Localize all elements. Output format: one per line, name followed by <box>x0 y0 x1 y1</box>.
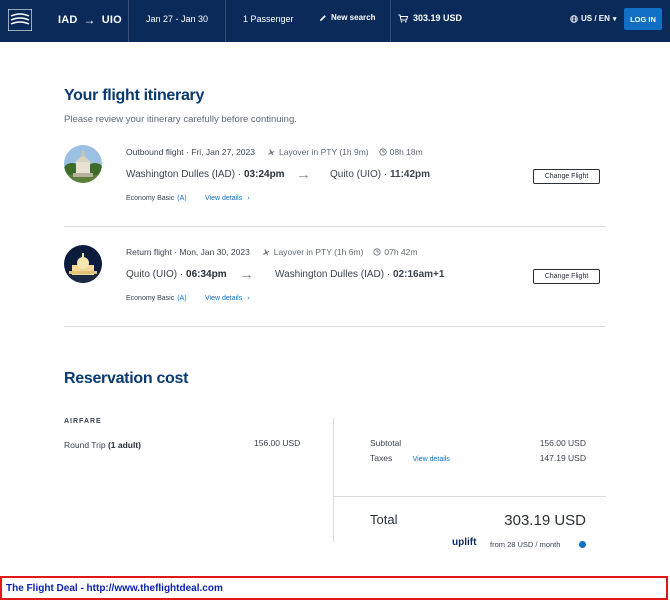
change-flight-button[interactable]: Change Flight <box>533 169 600 184</box>
taxes-view-details-link[interactable]: View details <box>413 456 450 463</box>
fare-code[interactable]: (A) <box>177 195 186 202</box>
header-divider <box>225 0 226 42</box>
pencil-icon <box>320 14 326 21</box>
taxes-row: Taxes View details 147.19 USD <box>370 453 586 463</box>
total-label: Total <box>370 512 398 527</box>
arrow-right-icon: → <box>296 166 311 183</box>
chevron-right-icon: › <box>247 295 250 302</box>
page-title: Your flight itinerary <box>64 87 205 104</box>
new-search-button[interactable]: New search <box>319 13 375 22</box>
language-selector[interactable]: US / EN ▾ <box>570 14 616 23</box>
login-button[interactable]: LOG IN <box>624 8 662 30</box>
departure-info: Washington Dulles (IAD) · 03:24pm <box>126 169 285 180</box>
subtotal-amount: 156.00 USD <box>539 438 586 448</box>
arrival-info: Quito (UIO) · 11:42pm <box>330 169 430 180</box>
duration-info: 08h 18m <box>379 147 423 157</box>
view-details-link[interactable]: View details › <box>205 195 250 202</box>
adult-count: (1 adult) <box>107 440 142 450</box>
clock-icon <box>379 148 387 156</box>
arrival-airport: Quito (UIO) · <box>330 169 391 180</box>
arrival-airport: Washington Dulles (IAD) · <box>275 269 393 280</box>
arrival-time: 11:42pm <box>390 169 431 180</box>
globe-icon <box>570 14 578 23</box>
passenger-count[interactable]: 1 Passenger <box>243 14 294 24</box>
return-flight-label: Return flight · Mon, Jan 30, 2023 <box>126 247 250 257</box>
header-divider <box>128 0 129 42</box>
destination-photo-washington <box>64 245 102 283</box>
plane-icon <box>268 149 275 156</box>
arrow-right-icon: → <box>239 266 254 283</box>
fare-class-name: Economy Basic <box>126 195 175 202</box>
language-label: US / EN <box>581 14 610 23</box>
departure-info: Quito (UIO) · 06:34pm <box>126 269 227 280</box>
banner-text[interactable]: The Flight Deal - http://www.theflightde… <box>6 583 223 594</box>
layover-info: Layover in PTY (1h 9m) <box>267 147 369 157</box>
plane-icon <box>262 249 270 256</box>
taxes-amount: 147.19 USD <box>539 453 586 463</box>
clock-icon <box>373 248 382 256</box>
departure-airport: Quito (UIO) · <box>126 269 187 280</box>
departure-time: 06:34pm <box>186 269 227 280</box>
cart-summary[interactable]: 303.19 USD <box>398 13 462 23</box>
taxes-label: Taxes <box>370 453 393 463</box>
outbound-flight-meta: Outbound flight · Fri, Jan 27, 2023 Layo… <box>126 147 423 157</box>
fare-class: Economy Basic (A) <box>126 195 187 202</box>
cart-icon <box>398 14 408 23</box>
divider <box>64 326 606 327</box>
cart-total: 303.19 USD <box>413 13 463 23</box>
arrival-time: 02:16am+1 <box>393 269 445 280</box>
uplift-logo[interactable]: uplift <box>452 537 476 548</box>
outbound-flight-label: Outbound flight · Fri, Jan 27, 2023 <box>126 147 255 157</box>
return-flight-meta: Return flight · Mon, Jan 30, 2023 Layove… <box>126 247 418 257</box>
airfare-amount: 156.00 USD <box>254 438 301 448</box>
divider <box>334 496 606 497</box>
change-flight-button[interactable]: Change Flight <box>533 269 600 284</box>
airfare-heading: AIRFARE <box>64 418 102 425</box>
fare-code[interactable]: (A) <box>177 295 186 302</box>
chevron-down-icon: ▾ <box>612 15 617 23</box>
departure-airport: Washington Dulles (IAD) · <box>126 169 244 180</box>
fare-class-name: Economy Basic <box>126 295 175 302</box>
destination-code: UIO <box>101 14 122 26</box>
trip-type-label: Round Trip <box>64 440 108 450</box>
chevron-right-icon: › <box>247 195 250 202</box>
arrival-info: Washington Dulles (IAD) · 02:16am+1 <box>275 269 444 280</box>
flight-deal-banner: The Flight Deal - http://www.theflightde… <box>0 576 668 600</box>
fare-class: Economy Basic (A) <box>126 295 187 302</box>
departure-time: 03:24pm <box>244 169 285 180</box>
route-arrow-icon: → <box>83 13 96 27</box>
trip-type: Round Trip (1 adult) <box>64 440 141 450</box>
airline-logo-icon[interactable] <box>8 9 32 31</box>
subtotal-label: Subtotal <box>370 438 402 448</box>
reservation-cost-title: Reservation cost <box>64 370 189 387</box>
uplift-monthly-text: from 28 USD / month <box>490 540 561 549</box>
layover-info: Layover in PTY (1h 6m) <box>262 247 364 257</box>
layover-text: Layover in PTY (1h 6m) <box>273 247 364 257</box>
total-amount: 303.19 USD <box>504 512 586 529</box>
view-details-label: View details <box>205 195 243 202</box>
view-details-link[interactable]: View details › <box>205 295 250 302</box>
duration-text: 07h 42m <box>384 247 418 257</box>
outbound-flight-card: Outbound flight · Fri, Jan 27, 2023 Layo… <box>64 140 606 226</box>
header-divider <box>390 0 391 42</box>
top-nav-bar: IAD → UIO Jan 27 - Jan 30 1 Passenger Ne… <box>0 0 670 42</box>
new-search-label: New search <box>331 13 376 22</box>
origin-code: IAD <box>58 14 78 26</box>
page-subtitle: Please review your itinerary carefully b… <box>64 114 297 125</box>
view-details-label: View details <box>205 295 243 302</box>
destination-photo-quito <box>64 145 102 183</box>
subtotal-row: Subtotal 156.00 USD <box>370 438 586 448</box>
return-flight-card: Return flight · Mon, Jan 30, 2023 Layove… <box>64 240 606 326</box>
travel-dates[interactable]: Jan 27 - Jan 30 <box>146 14 208 24</box>
duration-text: 08h 18m <box>389 147 423 157</box>
cost-divider <box>333 418 334 542</box>
info-icon[interactable] <box>579 541 586 548</box>
layover-text: Layover in PTY (1h 9m) <box>279 147 369 157</box>
duration-info: 07h 42m <box>373 247 418 257</box>
route-summary[interactable]: IAD → UIO <box>58 13 122 27</box>
divider <box>64 226 606 227</box>
